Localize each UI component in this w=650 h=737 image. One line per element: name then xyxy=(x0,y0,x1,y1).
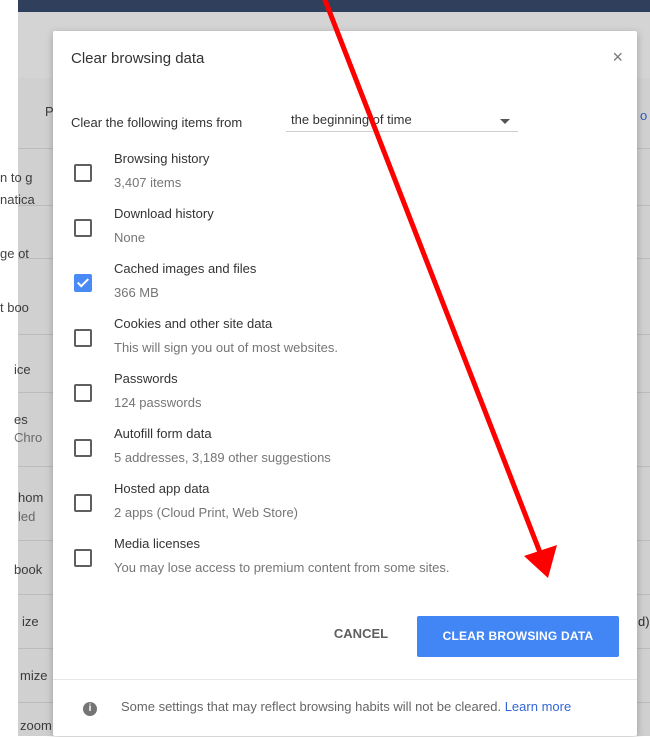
clear-browsing-data-dialog: Clear browsing data × Clear the followin… xyxy=(53,31,637,736)
checkbox[interactable] xyxy=(74,439,92,457)
checkbox-checked[interactable] xyxy=(74,274,92,292)
option-detail: None xyxy=(114,230,146,245)
option-detail: 2 apps (Cloud Print, Web Store) xyxy=(114,505,299,520)
option-label: Autofill form data xyxy=(114,426,212,441)
option-cookies[interactable]: Cookies and other site data This will si… xyxy=(71,316,611,362)
option-media-licenses[interactable]: Media licenses You may lose access to pr… xyxy=(71,536,611,582)
option-detail: 366 MB xyxy=(114,285,159,300)
checkbox[interactable] xyxy=(74,219,92,237)
time-range-value: the beginning of time xyxy=(291,112,412,127)
option-browsing-history[interactable]: Browsing history 3,407 items xyxy=(71,151,611,197)
footer-note: Some settings that may reflect browsing … xyxy=(121,697,621,717)
learn-more-link[interactable]: Learn more xyxy=(505,699,571,714)
option-hosted-app-data[interactable]: Hosted app data 2 apps (Cloud Print, Web… xyxy=(71,481,611,527)
settings-header-bar xyxy=(18,0,650,12)
option-label: Passwords xyxy=(114,371,178,386)
option-detail: 3,407 items xyxy=(114,175,182,190)
cancel-button[interactable]: CANCEL xyxy=(319,616,403,652)
option-cached-images[interactable]: Cached images and files 366 MB xyxy=(71,261,611,307)
checkbox[interactable] xyxy=(74,549,92,567)
option-autofill[interactable]: Autofill form data 5 addresses, 3,189 ot… xyxy=(71,426,611,472)
clear-browsing-data-button[interactable]: CLEAR BROWSING DATA xyxy=(417,616,619,657)
checkbox[interactable] xyxy=(74,494,92,512)
option-label: Download history xyxy=(114,206,214,221)
option-label: Cookies and other site data xyxy=(114,316,273,331)
chevron-down-icon xyxy=(500,119,510,124)
dialog-title: Clear browsing data xyxy=(71,50,205,67)
option-detail: You may lose access to premium content f… xyxy=(114,560,450,575)
option-label: Media licenses xyxy=(114,536,200,551)
option-download-history[interactable]: Download history None xyxy=(71,206,611,252)
option-label: Browsing history xyxy=(114,151,210,166)
check-icon xyxy=(76,275,90,288)
option-label: Cached images and files xyxy=(114,261,257,276)
info-icon: i xyxy=(83,702,97,716)
option-passwords[interactable]: Passwords 124 passwords xyxy=(71,371,611,417)
footer-text: Some settings that may reflect browsing … xyxy=(121,699,502,714)
checkbox[interactable] xyxy=(74,384,92,402)
dialog-footer: i Some settings that may reflect browsin… xyxy=(53,679,637,737)
option-detail: 124 passwords xyxy=(114,395,202,410)
time-range-select[interactable]: the beginning of time xyxy=(286,109,518,132)
option-label: Hosted app data xyxy=(114,481,210,496)
close-icon[interactable]: × xyxy=(612,47,623,67)
checkbox[interactable] xyxy=(74,329,92,347)
option-detail: 5 addresses, 3,189 other suggestions xyxy=(114,450,331,465)
time-range-label: Clear the following items from xyxy=(71,115,243,130)
option-detail: This will sign you out of most websites. xyxy=(114,340,338,355)
checkbox[interactable] xyxy=(74,164,92,182)
